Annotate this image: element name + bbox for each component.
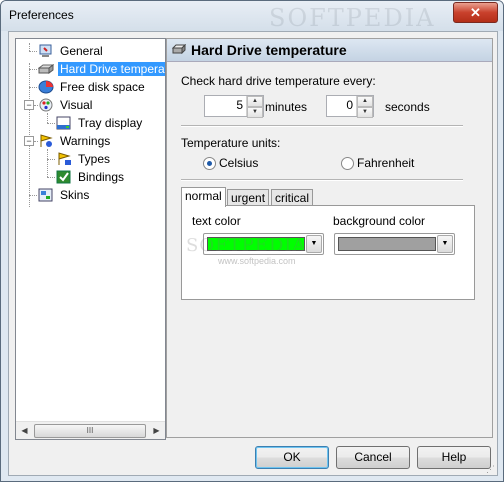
scroll-right-arrow[interactable]: ▶ [148,422,165,439]
background-color-dropdown-arrow[interactable]: ▼ [437,235,453,253]
softpedia-url-watermark: www.softpedia.com [218,256,296,266]
help-button[interactable]: Help [417,446,491,469]
close-button[interactable]: ✕ [453,2,498,23]
tree-item-visual[interactable]: Visual [38,97,94,114]
visual-settings-icon [39,98,53,112]
minutes-down-button[interactable]: ▼ [247,107,263,118]
seconds-spinner[interactable]: 0 ▲ ▼ [326,95,374,118]
tree-connector [29,69,37,70]
dialog-client-area: − − General Hard Drive temperature Free … [8,31,498,476]
tree-connector [47,149,48,177]
hard-drive-icon [172,44,186,54]
minutes-spinner[interactable]: 5 ▲ ▼ [204,95,264,118]
warnings-icon [40,134,53,147]
tree-connector [29,87,37,88]
tree-item-types[interactable]: Types [56,151,112,168]
tree-connector [47,159,55,160]
skins-icon [38,188,53,202]
preferences-window: Preferences SOFTPEDIA ✕ − − General Hard… [0,0,504,482]
background-color-picker[interactable]: ▼ [334,233,455,255]
celsius-radio[interactable] [203,157,216,170]
settings-tree[interactable]: − − General Hard Drive temperature Free … [15,38,166,440]
tree-connector [29,195,37,196]
text-color-label: text color [192,214,241,228]
celsius-label[interactable]: Celsius [219,156,258,170]
softpedia-watermark: SOFTPEDIA [269,4,436,32]
background-color-label: background color [333,214,426,228]
general-settings-icon [39,44,52,57]
seconds-up-button[interactable]: ▲ [357,96,373,107]
tab-urgent[interactable]: urgent [227,189,270,206]
tree-item-warnings[interactable]: Warnings [38,133,112,150]
tree-item-free-disk-space[interactable]: Free disk space [38,79,147,96]
softpedia-watermark: SOFTPEDIA [186,235,307,256]
tree-item-general[interactable]: General [38,43,105,60]
title-bar[interactable]: Preferences SOFTPEDIA ✕ [1,1,503,32]
cancel-button[interactable]: Cancel [336,446,410,469]
minutes-spin-buttons: ▲ ▼ [246,96,263,118]
bindings-icon [56,170,71,184]
fahrenheit-radio[interactable] [341,157,354,170]
seconds-spin-buttons: ▲ ▼ [356,96,373,118]
tray-display-icon [56,116,71,130]
scroll-left-arrow[interactable]: ◀ [16,422,33,439]
tree-horizontal-scrollbar[interactable]: ◀ III ▶ [16,421,165,439]
check-interval-label: Check hard drive temperature every: [181,74,376,88]
expand-warnings-toggle[interactable]: − [24,136,34,146]
tree-connector [47,113,48,123]
tree-connector [47,177,55,178]
warning-types-icon [58,152,71,165]
minutes-up-button[interactable]: ▲ [247,96,263,107]
panel-title: Hard Drive temperature [191,42,347,58]
tree-connector [29,63,30,207]
minutes-value: 5 [236,98,243,112]
text-color-dropdown-arrow[interactable]: ▼ [306,235,322,253]
disk-space-pie-icon [38,80,54,94]
panel-header: Hard Drive temperature [167,39,492,62]
tree-item-bindings[interactable]: Bindings [56,169,126,186]
resize-grip[interactable]: ⋰ [486,464,496,474]
tree-item-skins[interactable]: Skins [38,187,91,204]
temperature-units-label: Temperature units: [181,136,281,150]
hard-drive-temperature-panel: Hard Drive temperature Check hard drive … [166,38,493,438]
background-color-swatch [338,237,436,251]
seconds-label: seconds [385,100,430,114]
scroll-thumb[interactable]: III [34,424,146,438]
tree-item-tray-display[interactable]: Tray display [56,115,144,132]
seconds-down-button[interactable]: ▼ [357,107,373,118]
ok-button[interactable]: OK [255,446,329,469]
tree-connector [29,43,30,51]
normal-tab-page: text color background color ▼ ▼ SOFTPEDI… [181,205,475,300]
separator [181,179,463,181]
minutes-label: minutes [265,100,308,114]
window-title: Preferences [9,8,74,22]
seconds-value: 0 [346,98,353,112]
tab-critical[interactable]: critical [271,189,314,206]
radio-selected-dot [207,161,212,166]
tree-connector [47,123,55,124]
separator [181,125,463,127]
tab-normal[interactable]: normal [181,187,226,207]
tree-item-hard-drive-temperature[interactable]: Hard Drive temperature [38,61,165,78]
hard-drive-icon [38,64,54,74]
tree-connector [29,51,37,52]
fahrenheit-label[interactable]: Fahrenheit [357,156,414,170]
expand-visual-toggle[interactable]: − [24,100,34,110]
